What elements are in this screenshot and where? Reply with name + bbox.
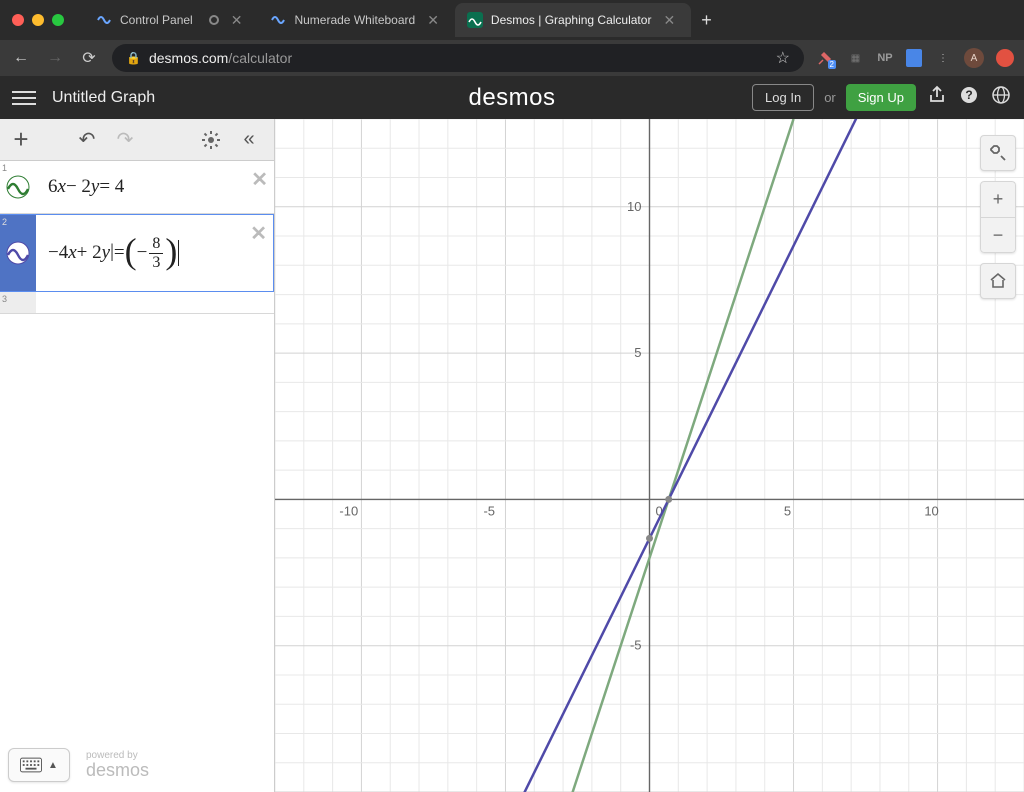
expression-input[interactable]: −4x + 2y|= ( − 83) bbox=[38, 215, 273, 291]
svg-text:5: 5 bbox=[634, 345, 641, 360]
svg-text:-10: -10 bbox=[339, 503, 358, 518]
expression-row-empty[interactable]: 3 bbox=[0, 292, 274, 314]
extension-icons: 2 ▦ NP ⋮ A bbox=[816, 48, 1014, 68]
tab-title: Desmos | Graphing Calculator bbox=[491, 13, 652, 27]
language-icon[interactable] bbox=[990, 85, 1012, 110]
powered-by-label: powered by desmos bbox=[86, 750, 149, 781]
svg-text:?: ? bbox=[965, 88, 972, 102]
app-header: Untitled Graph desmos Log In or Sign Up … bbox=[0, 76, 1024, 119]
main-area: + ↶ ↷ « 1 6x − 2y = 4 ✕ 2 bbox=[0, 119, 1024, 792]
nav-forward-button[interactable]: → bbox=[44, 49, 66, 67]
expression-index: 1 bbox=[2, 163, 7, 173]
graph-area[interactable]: -10-50510-5510 + − bbox=[275, 119, 1024, 792]
window-titlebar: Control Panel ✕ Numerade Whiteboard ✕ De… bbox=[0, 0, 1024, 40]
new-tab-button[interactable]: + bbox=[691, 10, 722, 31]
browser-tab[interactable]: Control Panel ✕ bbox=[84, 3, 258, 37]
window-close-button[interactable] bbox=[12, 14, 24, 26]
extension-red-icon[interactable] bbox=[996, 49, 1014, 67]
tab-close-icon[interactable]: ✕ bbox=[227, 12, 247, 29]
signup-button[interactable]: Sign Up bbox=[846, 84, 916, 111]
keypad-toggle-button[interactable]: ▲ bbox=[8, 748, 70, 782]
tab-title: Numerade Whiteboard bbox=[294, 13, 415, 27]
delete-expression-icon[interactable]: ✕ bbox=[250, 221, 267, 246]
svg-text:10: 10 bbox=[627, 199, 641, 214]
extension-badge: 2 bbox=[828, 60, 836, 69]
login-button[interactable]: Log In bbox=[752, 84, 814, 111]
redo-button[interactable]: ↷ bbox=[106, 121, 144, 159]
svg-text:-5: -5 bbox=[483, 503, 495, 518]
browser-toolbar: ← → ⟳ 🔒 desmos.com/calculator ☆ 2 ▦ NP ⋮… bbox=[0, 40, 1024, 76]
tab-close-icon[interactable]: ✕ bbox=[423, 12, 443, 29]
svg-text:10: 10 bbox=[924, 503, 938, 518]
graph-canvas[interactable]: -10-50510-5510 bbox=[275, 119, 1024, 792]
extension-grid-icon[interactable]: ▦ bbox=[846, 49, 864, 67]
window-minimize-button[interactable] bbox=[32, 14, 44, 26]
collapse-panel-button[interactable]: « bbox=[230, 121, 268, 159]
help-icon[interactable]: ? bbox=[958, 85, 980, 110]
browser-tab[interactable]: Numerade Whiteboard ✕ bbox=[258, 3, 454, 37]
graph-controls: + − bbox=[980, 135, 1016, 299]
share-icon[interactable] bbox=[926, 85, 948, 110]
expression-row-active[interactable]: 2 −4x + 2y|= ( − 83) ✕ bbox=[0, 214, 274, 292]
caret-up-icon: ▲ bbox=[48, 760, 58, 771]
extension-np-icon[interactable]: NP bbox=[876, 49, 894, 67]
menu-button[interactable] bbox=[12, 86, 36, 110]
graph-settings-button[interactable] bbox=[980, 135, 1016, 171]
tab-favicon bbox=[96, 12, 112, 28]
window-maximize-button[interactable] bbox=[52, 14, 64, 26]
expression-panel: + ↶ ↷ « 1 6x − 2y = 4 ✕ 2 bbox=[0, 119, 275, 792]
browser-tab-active[interactable]: Desmos | Graphing Calculator ✕ bbox=[455, 3, 691, 37]
tab-close-icon[interactable]: ✕ bbox=[659, 12, 679, 29]
expression-row[interactable]: 1 6x − 2y = 4 ✕ bbox=[0, 161, 274, 214]
url-host: desmos.com bbox=[149, 50, 228, 66]
graph-title[interactable]: Untitled Graph bbox=[52, 89, 155, 107]
tab-favicon bbox=[270, 12, 286, 28]
expression-index: 3 bbox=[2, 294, 7, 304]
extension-pushpin-icon[interactable]: 2 bbox=[816, 49, 834, 67]
expression-index: 2 bbox=[2, 217, 7, 227]
svg-text:5: 5 bbox=[784, 503, 791, 518]
zoom-out-button[interactable]: − bbox=[980, 217, 1016, 253]
window-controls bbox=[12, 14, 64, 26]
text-cursor bbox=[178, 240, 179, 266]
or-label: or bbox=[824, 90, 836, 105]
url-path: /calculator bbox=[228, 50, 292, 66]
bookmark-star-icon[interactable]: ☆ bbox=[776, 48, 790, 68]
zoom-in-button[interactable]: + bbox=[980, 181, 1016, 217]
undo-button[interactable]: ↶ bbox=[68, 121, 106, 159]
tab-favicon bbox=[467, 12, 483, 28]
expression-input[interactable] bbox=[38, 292, 274, 313]
extension-doc-icon[interactable] bbox=[906, 49, 922, 67]
nav-reload-button[interactable]: ⟳ bbox=[78, 48, 100, 68]
browser-menu-icon[interactable]: ⋮ bbox=[934, 49, 952, 67]
tab-title: Control Panel bbox=[120, 13, 193, 27]
svg-text:-5: -5 bbox=[630, 638, 642, 653]
delete-expression-icon[interactable]: ✕ bbox=[251, 167, 268, 192]
expression-settings-button[interactable] bbox=[192, 121, 230, 159]
address-bar[interactable]: 🔒 desmos.com/calculator ☆ bbox=[112, 44, 804, 72]
lock-icon: 🔒 bbox=[126, 51, 141, 65]
browser-tabs: Control Panel ✕ Numerade Whiteboard ✕ De… bbox=[84, 3, 1012, 37]
add-expression-button[interactable]: + bbox=[2, 121, 40, 159]
expression-input[interactable]: 6x − 2y = 4 bbox=[38, 161, 274, 213]
zoom-home-button[interactable] bbox=[980, 263, 1016, 299]
nav-back-button[interactable]: ← bbox=[10, 49, 32, 67]
panel-footer: ▲ powered by desmos bbox=[8, 748, 149, 782]
profile-avatar[interactable]: A bbox=[964, 48, 984, 68]
expression-toolbar: + ↶ ↷ « bbox=[0, 119, 274, 161]
desmos-logo: desmos bbox=[468, 84, 555, 112]
tab-loading-indicator bbox=[209, 15, 219, 25]
expression-list: 1 6x − 2y = 4 ✕ 2 −4x + 2y|= ( − 83) ✕ bbox=[0, 161, 274, 792]
